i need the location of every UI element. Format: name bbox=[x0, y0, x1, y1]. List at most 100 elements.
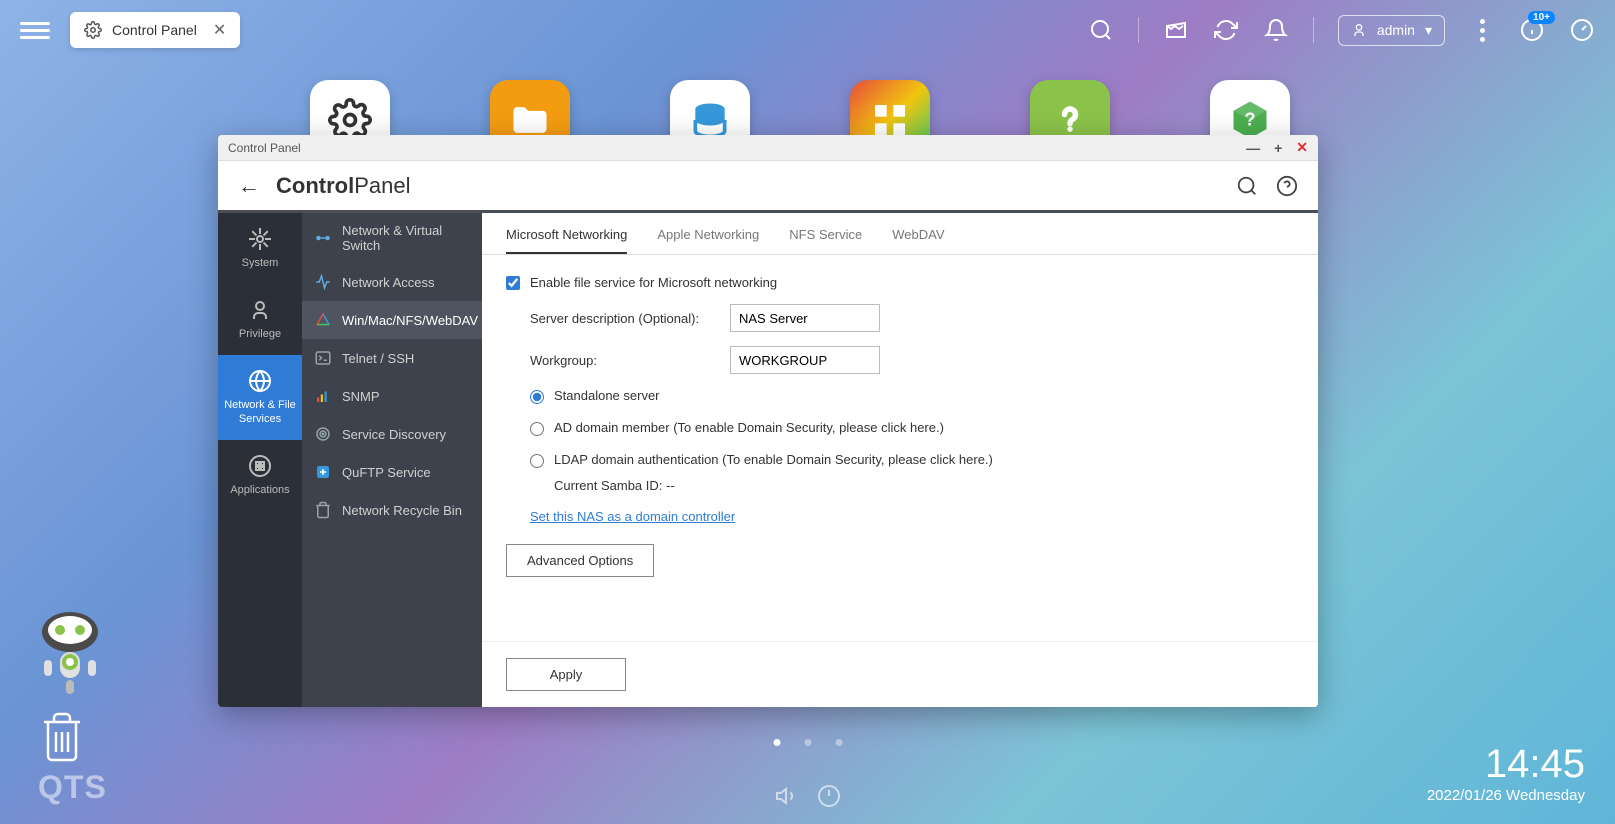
search-icon[interactable] bbox=[1236, 175, 1258, 197]
trash-button[interactable] bbox=[38, 710, 86, 764]
svg-text:?: ? bbox=[1244, 109, 1255, 130]
page-dot-1[interactable] bbox=[773, 739, 780, 746]
sidebar-label: Network & File Services bbox=[222, 399, 298, 425]
tab-nfs-service[interactable]: NFS Service bbox=[789, 227, 862, 254]
page-dot-3[interactable] bbox=[835, 739, 842, 746]
triangle-icon bbox=[314, 311, 332, 329]
sidebar-item-applications[interactable]: Applications bbox=[218, 440, 302, 511]
tab-close-button[interactable]: ✕ bbox=[213, 20, 226, 40]
tab-microsoft-networking[interactable]: Microsoft Networking bbox=[506, 227, 627, 254]
clapper-icon[interactable] bbox=[1163, 17, 1189, 43]
trash-icon bbox=[314, 501, 332, 519]
header-actions bbox=[1236, 175, 1298, 197]
sidebar-secondary: Network & Virtual Switch Network Access … bbox=[302, 213, 482, 707]
maximize-button[interactable]: + bbox=[1274, 140, 1282, 156]
nav-label: Network Access bbox=[342, 275, 434, 290]
form-area: Enable file service for Microsoft networ… bbox=[482, 255, 1318, 641]
page-title: ControlPanel bbox=[276, 173, 410, 199]
info-icon[interactable]: 10+ bbox=[1519, 17, 1545, 43]
radio-ad[interactable] bbox=[530, 422, 544, 436]
clock: 14:45 2022/01/26 Wednesday bbox=[1427, 742, 1585, 804]
nav-label: Network & Virtual Switch bbox=[342, 223, 470, 253]
bell-icon[interactable] bbox=[1263, 17, 1289, 43]
separator bbox=[1138, 17, 1139, 43]
enable-checkbox[interactable] bbox=[506, 276, 520, 290]
nav-network-access[interactable]: Network Access bbox=[302, 263, 482, 301]
more-icon[interactable] bbox=[1469, 17, 1495, 43]
nav-quftp-service[interactable]: QuFTP Service bbox=[302, 453, 482, 491]
robot-icon bbox=[30, 604, 110, 704]
ftp-icon bbox=[314, 463, 332, 481]
enable-row: Enable file service for Microsoft networ… bbox=[506, 275, 1294, 290]
server-desc-input[interactable] bbox=[730, 304, 880, 332]
nav-win-mac-nfs-webdav[interactable]: Win/Mac/NFS/WebDAV bbox=[302, 301, 482, 339]
radio-standalone-row: Standalone server bbox=[530, 388, 1294, 404]
network-icon bbox=[314, 273, 332, 291]
radio-ldap-label[interactable]: LDAP domain authentication (To enable Do… bbox=[554, 452, 993, 467]
help-icon[interactable] bbox=[1276, 175, 1298, 197]
nav-network-virtual-switch[interactable]: Network & Virtual Switch bbox=[302, 213, 482, 263]
taskbar-tab-control-panel[interactable]: Control Panel ✕ bbox=[70, 12, 240, 48]
switch-icon bbox=[314, 229, 332, 247]
topbar-left: Control Panel ✕ bbox=[20, 12, 240, 48]
page-dot-2[interactable] bbox=[804, 739, 811, 746]
workgroup-row: Workgroup: bbox=[506, 346, 1294, 374]
nav-label: Telnet / SSH bbox=[342, 351, 414, 366]
tab-apple-networking[interactable]: Apple Networking bbox=[657, 227, 759, 254]
enable-label: Enable file service for Microsoft networ… bbox=[530, 275, 777, 290]
apply-button[interactable]: Apply bbox=[506, 658, 626, 691]
sidebar-label: Privilege bbox=[239, 328, 281, 341]
workgroup-input[interactable] bbox=[730, 346, 880, 374]
user-icon bbox=[1351, 22, 1367, 38]
window-title: Control Panel bbox=[228, 141, 301, 155]
gear-icon bbox=[248, 227, 272, 251]
assistant-button[interactable] bbox=[30, 604, 110, 704]
radio-ldap-row: LDAP domain authentication (To enable Do… bbox=[530, 452, 1294, 468]
radio-ad-label[interactable]: AD domain member (To enable Domain Secur… bbox=[554, 420, 944, 435]
qts-logo: QTS bbox=[38, 769, 107, 806]
clock-time: 14:45 bbox=[1427, 742, 1585, 787]
bottom-quick-icons bbox=[775, 784, 841, 808]
workgroup-label: Workgroup: bbox=[530, 353, 730, 368]
window-controls: — + ✕ bbox=[1246, 139, 1308, 156]
separator bbox=[1313, 17, 1314, 43]
nav-label: SNMP bbox=[342, 389, 380, 404]
advanced-options-button[interactable]: Advanced Options bbox=[506, 544, 654, 577]
dashboard-icon[interactable] bbox=[1569, 17, 1595, 43]
nav-label: Service Discovery bbox=[342, 427, 446, 442]
user-icon bbox=[248, 298, 272, 322]
sidebar-item-system[interactable]: System bbox=[218, 213, 302, 284]
minimize-button[interactable]: — bbox=[1246, 140, 1260, 156]
domain-controller-link[interactable]: Set this NAS as a domain controller bbox=[530, 509, 735, 524]
nav-telnet-ssh[interactable]: Telnet / SSH bbox=[302, 339, 482, 377]
back-button[interactable]: ← bbox=[238, 173, 260, 199]
content-area: Microsoft Networking Apple Networking NF… bbox=[482, 213, 1318, 707]
sidebar-primary: System Privilege Network & File Services… bbox=[218, 213, 302, 707]
volume-icon[interactable] bbox=[775, 784, 799, 808]
power-icon[interactable] bbox=[817, 784, 841, 808]
nav-snmp[interactable]: SNMP bbox=[302, 377, 482, 415]
search-icon[interactable] bbox=[1088, 17, 1114, 43]
desktop-pagination[interactable] bbox=[773, 739, 842, 746]
nav-service-discovery[interactable]: Service Discovery bbox=[302, 415, 482, 453]
samba-id-text: Current Samba ID: -- bbox=[554, 478, 1294, 493]
sidebar-item-privilege[interactable]: Privilege bbox=[218, 284, 302, 355]
close-button[interactable]: ✕ bbox=[1296, 139, 1308, 156]
chevron-down-icon: ▾ bbox=[1425, 22, 1432, 39]
footer-buttons: Apply bbox=[482, 641, 1318, 707]
window-titlebar[interactable]: Control Panel — + ✕ bbox=[218, 135, 1318, 161]
main-menu-button[interactable] bbox=[20, 15, 50, 45]
user-menu[interactable]: admin ▾ bbox=[1338, 15, 1445, 46]
window-header: ← ControlPanel bbox=[218, 161, 1318, 213]
nav-label: Win/Mac/NFS/WebDAV bbox=[342, 313, 478, 328]
radio-ad-row: AD domain member (To enable Domain Secur… bbox=[530, 420, 1294, 436]
sidebar-item-network-file-services[interactable]: Network & File Services bbox=[218, 355, 302, 439]
radio-standalone[interactable] bbox=[530, 390, 544, 404]
nav-network-recycle-bin[interactable]: Network Recycle Bin bbox=[302, 491, 482, 529]
tab-title: Control Panel bbox=[112, 22, 197, 38]
radar-icon bbox=[314, 425, 332, 443]
sync-icon[interactable] bbox=[1213, 17, 1239, 43]
topbar-right: admin ▾ 10+ bbox=[1088, 15, 1595, 46]
radio-ldap[interactable] bbox=[530, 454, 544, 468]
tab-webdav[interactable]: WebDAV bbox=[892, 227, 944, 254]
